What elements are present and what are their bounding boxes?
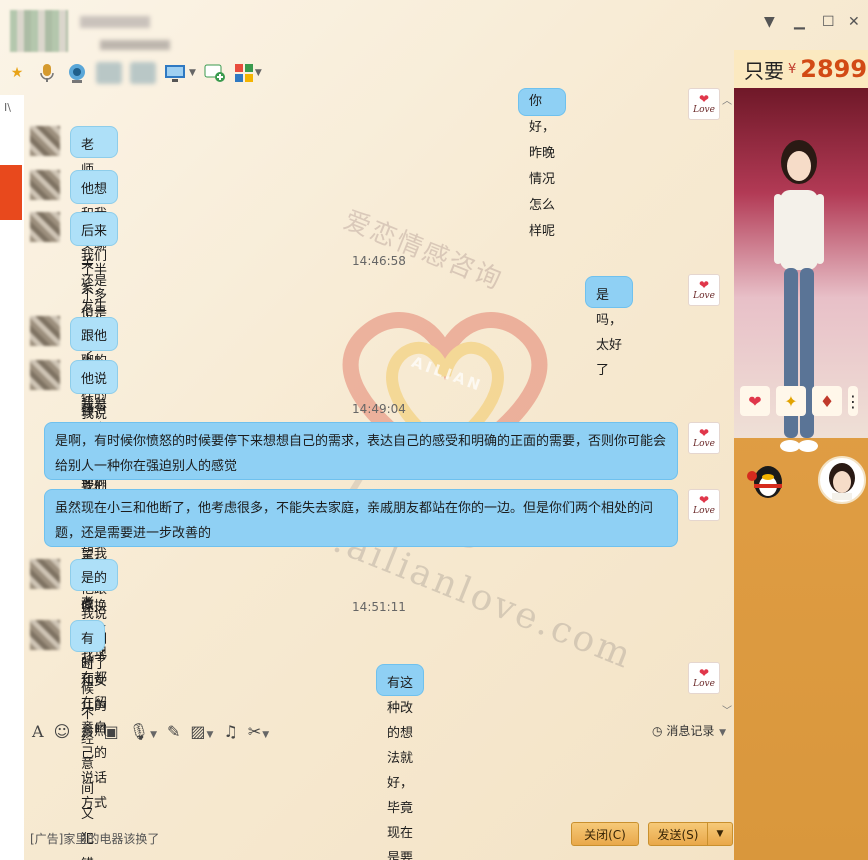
contact-toolbar: ★ ▼ ▼ (6, 60, 262, 86)
blurred-tool-icon[interactable] (130, 62, 156, 84)
apps-icon[interactable]: ▼ (234, 62, 262, 84)
ad-price: 2899 (800, 55, 868, 83)
menu-dropdown-icon[interactable]: ▼ (764, 14, 775, 30)
camera-icon[interactable] (66, 62, 88, 84)
incoming-bubble[interactable]: 后来我们还是发生关系了，他给我看了手机，他删除了小三，把头像换成了儿子和女儿的合… (70, 212, 118, 739)
clock-icon: ◷ (652, 724, 663, 738)
chat-window: ▼ ▁ ☐ ✕ ★ ▼ ▼ I\ 爱恋情感咨询 AILIAN www.ailia… (0, 0, 868, 860)
scroll-down-arrow-icon[interactable]: ﹀ (722, 702, 732, 717)
input-toolbar: A ☺ ✧ ▣ 🎙▼ ✎ ▨▼ ♫ ✂▼ (24, 716, 734, 746)
contact-avatar-small (30, 620, 60, 650)
edit-icon[interactable]: ✎ (167, 722, 180, 741)
incoming-bubble[interactable]: 他想和我发生关系，但是我拒绝了，我说你要和小三彻底断掉才行，他跟我说他们断了 (70, 170, 118, 672)
message-history-link[interactable]: ◷ 消息记录 ▼ (652, 722, 726, 739)
timestamp: 14:51:11 (352, 600, 406, 614)
love-avatar: ❤ Love (688, 88, 720, 120)
contact-avatar-small (30, 316, 60, 346)
price-ad-banner[interactable]: 只要 ¥ 2899 (734, 50, 868, 88)
voice-message-icon[interactable]: 🎙▼ (129, 722, 157, 741)
blurred-tool-icon[interactable] (96, 62, 122, 84)
bubble-line: 给别人一种你在强迫别人的感觉 (55, 459, 238, 474)
scroll-up-arrow-icon[interactable]: ︿ (722, 92, 732, 107)
image-icon[interactable]: ▨▼ (190, 722, 213, 741)
right-panel: 只要 ¥ 2899 ❤ ✦ ♦ ⋮ (734, 50, 868, 860)
screen-share-icon[interactable]: ▼ (164, 62, 196, 84)
emoji-icon[interactable]: ☺ (54, 722, 71, 741)
outgoing-bubble[interactable]: 是吗，太好了 (585, 276, 633, 378)
bubble-line: 题，还是需要进一步改善的 (55, 526, 212, 541)
contact-avatar-small (30, 360, 60, 390)
lucky-bag-emoticon-icon[interactable]: ♦ (812, 386, 842, 416)
heart-emoticon-icon[interactable]: ❤ (740, 386, 770, 416)
magic-wand-emoticon-icon[interactable]: ✦ (776, 386, 806, 416)
message-history-label: 消息记录 (666, 724, 715, 738)
currency-symbol: ¥ (788, 61, 797, 77)
star-icon[interactable]: ★ (6, 62, 28, 84)
incoming-bubble[interactable]: 他说我总是喜欢命令他，他希望我能改改 (70, 360, 118, 612)
outgoing-bubble[interactable]: 你好，昨晚情况怎么样呢 (518, 88, 566, 239)
love-avatar: ❤ Love (688, 422, 720, 454)
love-avatar: ❤ Love (688, 662, 720, 694)
qq-penguin-icon[interactable] (744, 460, 788, 500)
contact-avatar-small (30, 126, 60, 156)
microphone-icon[interactable] (36, 62, 58, 84)
video-icon[interactable]: ▣ (104, 722, 119, 741)
screenshot-scissors-icon[interactable]: ✂▼ (248, 722, 269, 741)
bubble-line: 虽然现在小三和他断了，他考虑很多，不能失去家庭，亲戚朋友都站在你的一边。但是你们… (55, 501, 654, 516)
contact-avatar[interactable] (10, 10, 68, 52)
contact-signature (100, 40, 170, 50)
emoticon-shortcuts: ❤ ✦ ♦ ⋮ (740, 386, 861, 416)
incoming-bubble[interactable]: 有时候不经意间又犯错了 (70, 620, 106, 860)
timestamp: 14:49:04 (352, 402, 406, 416)
love-avatar: ❤ Love (688, 489, 720, 521)
maximize-button[interactable]: ☐ (822, 14, 835, 30)
ad-text-link[interactable]: [广告]家里的电器该换了 (30, 830, 159, 847)
incoming-bubble[interactable]: 是的老师，我现在都在留意自己的说话方式 (70, 559, 118, 811)
close-window-button[interactable]: ✕ (848, 14, 860, 30)
chevron-down-icon: ▼ (719, 728, 727, 738)
my-show-avatar[interactable] (818, 456, 866, 504)
close-button[interactable]: 关闭(C) (571, 822, 639, 846)
timestamp: 14:46:58 (352, 254, 406, 268)
minimize-button[interactable]: ▁ (794, 14, 805, 30)
contact-name (80, 16, 150, 28)
love-avatar: ❤ Love (688, 274, 720, 306)
send-options-chevron-icon[interactable]: ▼ (707, 822, 733, 846)
outgoing-bubble[interactable]: 虽然现在小三和他断了，他考虑很多，不能失去家庭，亲戚朋友都站在你的一边。但是你们… (44, 489, 678, 547)
background-window-red-block (0, 165, 22, 220)
more-icon[interactable]: ⋮ (845, 386, 861, 416)
font-icon[interactable]: A (32, 722, 44, 741)
send-button[interactable]: 发送(S) (648, 822, 708, 846)
ad-prefix: 只要 (744, 58, 784, 83)
bubble-line: 是啊，有时候你愤怒的时候要停下来想想自己的需求，表达自己的感受和明确的正面的需要… (55, 434, 667, 449)
incoming-bubble[interactable]: 老师，昨晚我们又聊了半个多小时，是这样的 (70, 126, 118, 403)
outgoing-bubble[interactable]: 是啊，有时候你愤怒的时候要停下来想想自己的需求，表达自己的感受和明确的正面的需要… (44, 422, 678, 480)
background-window-text: I\ (4, 101, 11, 114)
magic-wand-icon[interactable]: ✧ (80, 722, 93, 741)
message-list[interactable]: 你好，昨晚情况怎么样呢 ❤Love 老师，昨晚我们又聊了半个多小时，是这样的 他… (24, 88, 734, 860)
girl-figure-icon[interactable] (764, 128, 834, 468)
contact-avatar-small (30, 559, 60, 589)
music-icon[interactable]: ♫ (223, 722, 237, 741)
incoming-bubble[interactable]: 跟他聊的时候，还聊了下我们以前 (70, 317, 118, 519)
outgoing-bubble[interactable]: 有这种改的想法就好，毕竟现在是要转变思维模式 (376, 664, 424, 860)
contact-avatar-small (30, 170, 60, 200)
new-chat-icon[interactable] (204, 62, 226, 84)
background-window-edge: I\ (0, 95, 24, 860)
contact-avatar-small (30, 212, 60, 242)
